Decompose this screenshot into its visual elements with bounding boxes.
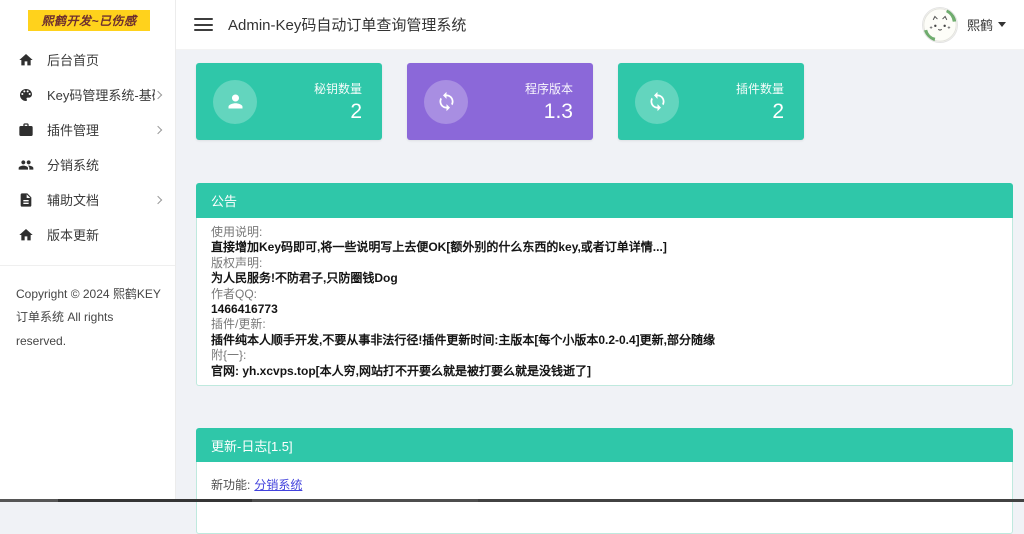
sync-icon bbox=[424, 80, 468, 124]
announcement-panel: 公告 使用说明: 直接增加Key码即可,将一些说明写上去便OK[额外别的什么东西… bbox=[196, 183, 1013, 386]
sidebar: 熙鹤开发~已伤感 后台首页 Key码管理系统-基础 插件管理 bbox=[0, 0, 176, 502]
user-dropdown[interactable]: 熙鹤 bbox=[922, 7, 1006, 43]
announcement-line: 版权声明: bbox=[211, 256, 998, 271]
sidebar-item-version-update[interactable]: 版本更新 bbox=[0, 217, 175, 252]
stat-cards: 秘钥数量 2 程序版本 1.3 插件数量 2 bbox=[196, 63, 804, 140]
person-icon bbox=[213, 80, 257, 124]
announcement-line: 插件/更新: bbox=[211, 317, 998, 332]
stat-card-key-count: 秘钥数量 2 bbox=[196, 63, 382, 140]
announcement-line: 插件纯本人顺手开发,不要从事非法行径!插件更新时间:主版本[每个小版本0.2-0… bbox=[211, 333, 998, 348]
announcement-line: 官网: yh.xcvps.top[本人穷,网站打不开要么就是被打要么就是没钱逝了… bbox=[211, 364, 998, 379]
main-content: 秘钥数量 2 程序版本 1.3 插件数量 2 公告 使用说明 bbox=[176, 50, 1024, 502]
stat-label: 秘钥数量 bbox=[314, 80, 362, 97]
home-icon bbox=[18, 227, 34, 243]
announcement-panel-body: 使用说明: 直接增加Key码即可,将一些说明写上去便OK[额外别的什么东西的ke… bbox=[196, 218, 1013, 386]
announcement-line: 直接增加Key码即可,将一些说明写上去便OK[额外别的什么东西的key,或者订单… bbox=[211, 240, 998, 255]
sidebar-item-plugin-manage[interactable]: 插件管理 bbox=[0, 112, 175, 147]
sidebar-item-label: Key码管理系统-基础 bbox=[47, 85, 155, 104]
group-icon bbox=[18, 157, 34, 173]
announcement-line: 使用说明: bbox=[211, 225, 998, 240]
stat-label: 插件数量 bbox=[736, 80, 784, 97]
changelog-entry-link[interactable]: 分销系统 bbox=[254, 478, 302, 492]
sidebar-item-docs[interactable]: 辅助文档 bbox=[0, 182, 175, 217]
changelog-panel: 更新-日志[1.5] 新功能: 分销系统 bbox=[196, 428, 1013, 534]
announcement-panel-title: 公告 bbox=[196, 183, 1013, 218]
sidebar-item-distribution[interactable]: 分销系统 bbox=[0, 147, 175, 182]
chevron-right-icon bbox=[154, 195, 162, 203]
work-bag-icon bbox=[18, 122, 34, 138]
stat-card-program-version: 程序版本 1.3 bbox=[407, 63, 593, 140]
palette-icon bbox=[18, 87, 34, 103]
copyright-text: Copyright © 2024 熙鹤KEY订单系统 All rights re… bbox=[16, 283, 163, 353]
changelog-panel-title: 更新-日志[1.5] bbox=[196, 428, 1013, 462]
sidebar-item-label: 辅助文档 bbox=[47, 190, 155, 209]
sidebar-item-label: 插件管理 bbox=[47, 120, 155, 139]
sidebar-item-dashboard[interactable]: 后台首页 bbox=[0, 42, 175, 77]
sidebar-divider bbox=[0, 265, 175, 266]
sidebar-item-keycode-system[interactable]: Key码管理系统-基础 bbox=[0, 77, 175, 112]
changelog-panel-body: 新功能: 分销系统 bbox=[196, 462, 1013, 534]
announcement-line: 1466416773 bbox=[211, 302, 998, 317]
username: 熙鹤 bbox=[967, 15, 993, 34]
sidebar-item-label: 后台首页 bbox=[47, 50, 161, 69]
hamburger-menu-icon[interactable] bbox=[194, 18, 213, 31]
document-icon bbox=[18, 192, 34, 208]
announcement-line: 为人民服务!不防君子,只防圈钱Dog bbox=[211, 271, 998, 286]
sidebar-item-label: 版本更新 bbox=[47, 225, 161, 244]
sidebar-menu: 后台首页 Key码管理系统-基础 插件管理 分销系统 bbox=[0, 42, 175, 252]
topbar: Admin-Key码自动订单查询管理系统 熙鹤 bbox=[176, 0, 1024, 50]
stat-value: 2 bbox=[314, 100, 362, 124]
stat-card-plugin-count: 插件数量 2 bbox=[618, 63, 804, 140]
announcement-line: 作者QQ: bbox=[211, 287, 998, 302]
app-title: Admin-Key码自动订单查询管理系统 bbox=[228, 14, 466, 35]
caret-down-icon bbox=[998, 22, 1006, 27]
stat-label: 程序版本 bbox=[525, 80, 573, 97]
sync-icon bbox=[635, 80, 679, 124]
cat-avatar bbox=[922, 7, 958, 43]
stat-value: 2 bbox=[736, 100, 784, 124]
announcement-line: 附{一}: bbox=[211, 348, 998, 363]
sidebar-item-label: 分销系统 bbox=[47, 155, 161, 174]
chevron-right-icon bbox=[154, 125, 162, 133]
dev-badge: 熙鹤开发~已伤感 bbox=[28, 10, 150, 31]
stat-value: 1.3 bbox=[525, 100, 573, 124]
home-icon bbox=[18, 52, 34, 68]
chevron-right-icon bbox=[154, 90, 162, 98]
changelog-entry-label: 新功能: bbox=[211, 478, 250, 492]
